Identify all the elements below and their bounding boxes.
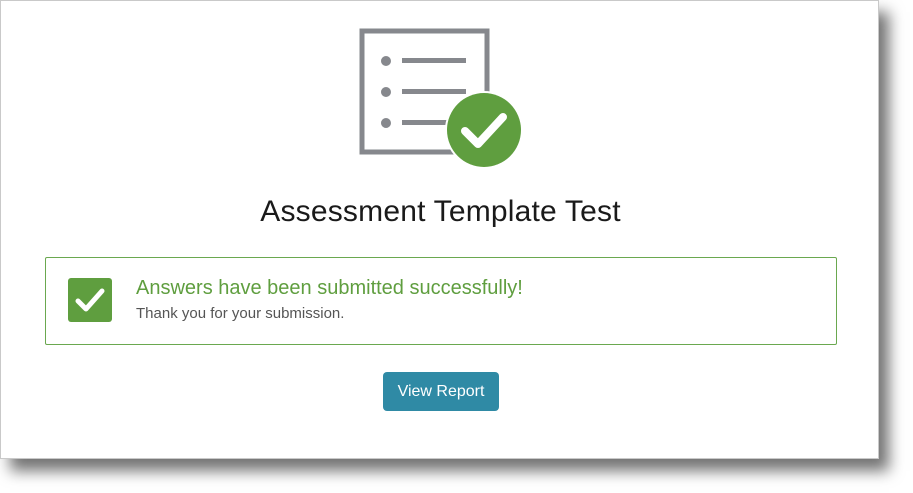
success-alert: Answers have been submitted successfully… [45,257,837,345]
page-title: Assessment Template Test [260,195,621,228]
checklist-complete-icon [357,27,527,172]
view-report-button[interactable]: View Report [383,372,499,411]
alert-message: Thank you for your submission. [136,305,345,322]
alert-title: Answers have been submitted successfully… [136,277,523,299]
check-square-icon [68,278,112,322]
assessment-submission-panel: Assessment Template Test Answers have be… [0,0,879,459]
